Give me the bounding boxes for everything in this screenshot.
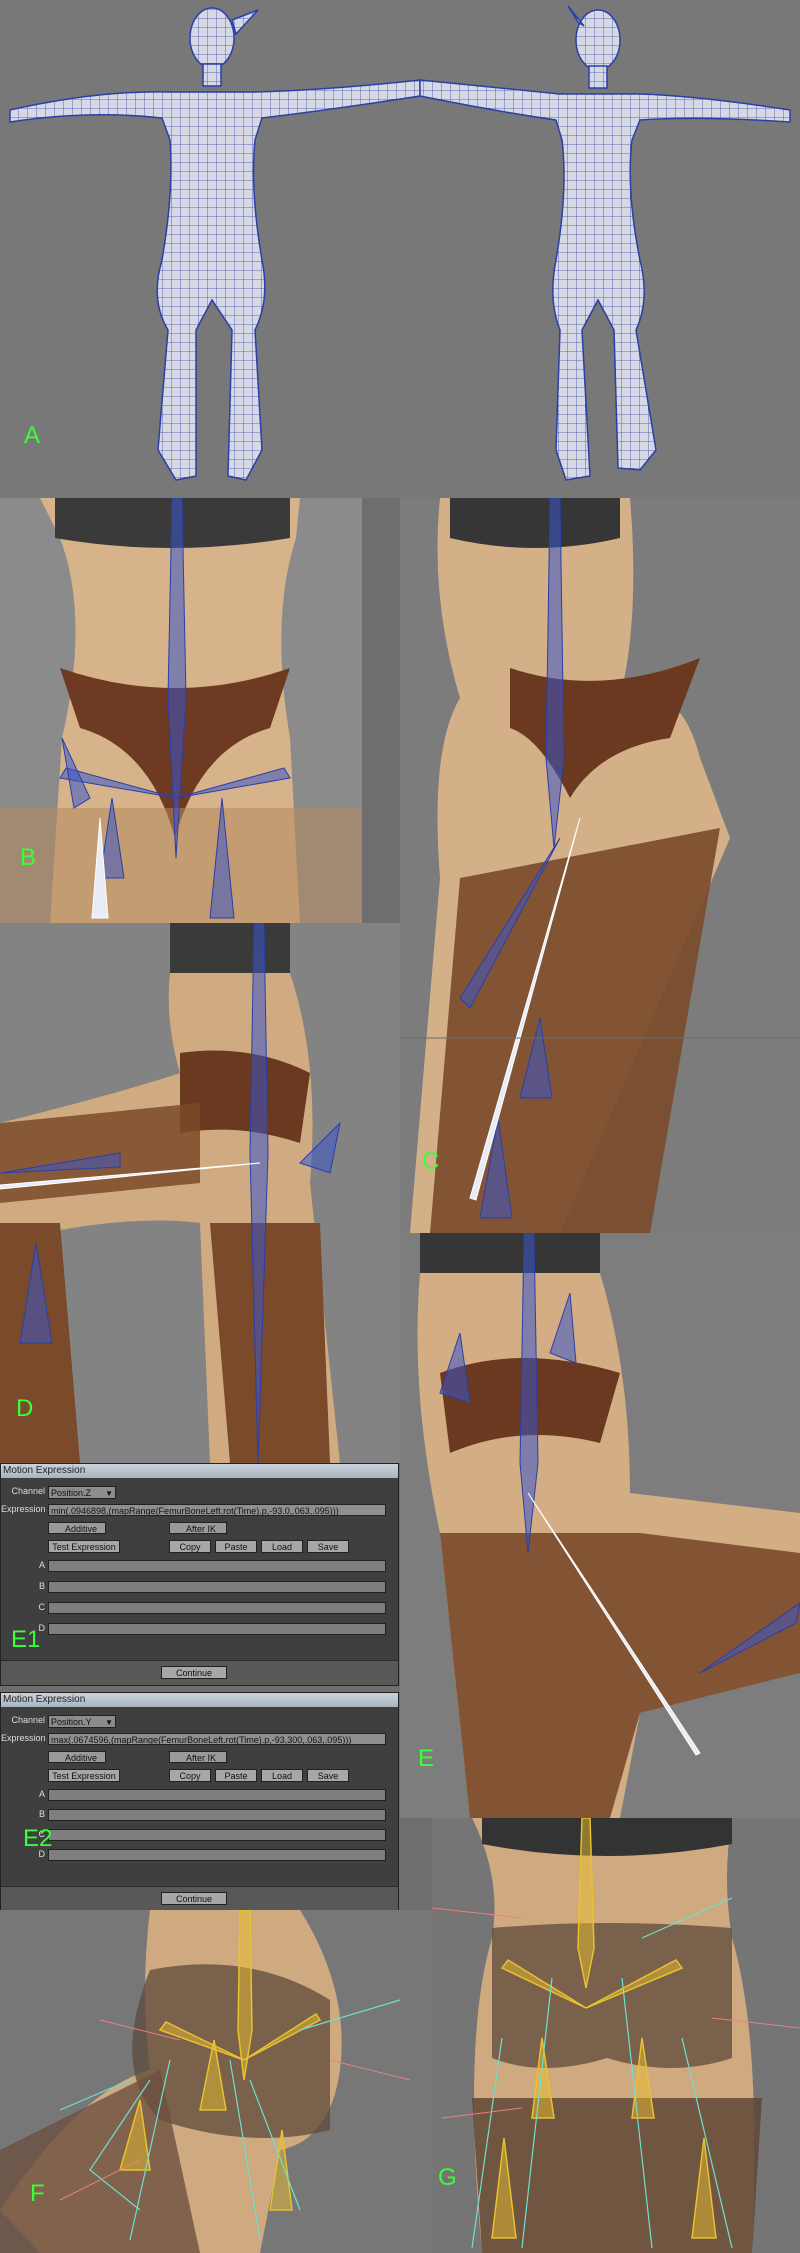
paste-button[interactable]: Paste (215, 1769, 257, 1782)
dialog-title: Motion Expression (1, 1464, 398, 1478)
panel-c-hip-side: C (400, 498, 800, 1233)
var-a-input[interactable] (48, 1560, 386, 1572)
panel-g-hip-rig: G (432, 1818, 800, 2253)
wireframe-models (9, 5, 791, 481)
hip-back-render (0, 1910, 432, 2253)
hip-front-render (0, 498, 362, 923)
var-d-input[interactable] (48, 1849, 386, 1861)
chevron-down-icon: ▼ (105, 1718, 113, 1727)
continue-button[interactable]: Continue (161, 1666, 227, 1679)
copy-button[interactable]: Copy (169, 1540, 211, 1553)
kneel-render (400, 1233, 800, 1818)
dialog-footer: Continue (1, 1886, 398, 1911)
save-button[interactable]: Save (307, 1540, 349, 1553)
motion-expression-dialog-1: Motion Expression Channel Position.Z ▼ Ex… (0, 1463, 399, 1686)
front-wireframe-figure (9, 7, 421, 481)
channel-select[interactable]: Position.Z ▼ (48, 1486, 116, 1499)
panel-label-e: E (418, 1745, 435, 1772)
panel-d-leg-extended: D (0, 923, 400, 1463)
motion-expression-dialog-2: Motion Expression Channel Position.Y ▼ Ex… (0, 1692, 399, 1912)
panel-b-hip-front: B (0, 498, 362, 923)
panel-label-e1: E1 (11, 1626, 41, 1653)
var-a-label: A (38, 1789, 45, 1799)
paste-button[interactable]: Paste (215, 1540, 257, 1553)
var-c-input[interactable] (48, 1602, 386, 1614)
channel-label: Channel (11, 1486, 45, 1496)
leg-extended-render (0, 923, 400, 1463)
load-button[interactable]: Load (261, 1540, 303, 1553)
var-c-input[interactable] (48, 1829, 386, 1841)
dialog-title: Motion Expression (1, 1693, 398, 1707)
var-b-input[interactable] (48, 1809, 386, 1821)
panel-label-b: B (20, 844, 37, 871)
expression-label: Expression (1, 1504, 46, 1514)
panel-label-a: A (24, 422, 41, 449)
panel-label-e2: E2 (23, 1825, 53, 1852)
channel-select[interactable]: Position.Y ▼ (48, 1715, 116, 1728)
save-button[interactable]: Save (307, 1769, 349, 1782)
var-a-input[interactable] (48, 1789, 386, 1801)
additive-checkbox[interactable]: Additive (48, 1751, 106, 1763)
after-ik-checkbox[interactable]: After IK (169, 1751, 227, 1763)
hip-side-render (400, 498, 800, 1233)
load-button[interactable]: Load (261, 1769, 303, 1782)
var-b-label: B (38, 1581, 45, 1591)
after-ik-checkbox[interactable]: After IK (169, 1522, 227, 1534)
panel-label-d: D (16, 1395, 34, 1422)
test-expression-button[interactable]: Test Expression (48, 1540, 120, 1553)
continue-button[interactable]: Continue (161, 1892, 227, 1905)
hip-rig-render (432, 1818, 800, 2253)
panel-f-hip-back: F (0, 1910, 432, 2253)
expression-input[interactable]: min(.0946898,(mapRange(FemurBoneLeft.rot… (48, 1504, 386, 1516)
panel-label-g: G (438, 2164, 457, 2191)
panel-e-kneel: E (400, 1233, 800, 1818)
back-wireframe-figure (419, 5, 791, 481)
panel-a-wireframe: A (0, 0, 800, 498)
panel-label-c: C (422, 1148, 440, 1175)
var-b-label: B (38, 1809, 45, 1819)
expression-label: Expression (1, 1733, 46, 1743)
var-a-label: A (38, 1560, 45, 1570)
expression-input[interactable]: max(.0674596,(mapRange(FemurBoneLeft.rot… (48, 1733, 386, 1745)
chevron-down-icon: ▼ (105, 1489, 113, 1498)
dialog-footer: Continue (1, 1660, 398, 1685)
channel-label: Channel (11, 1715, 45, 1725)
var-c-label: C (38, 1602, 46, 1612)
panel-label-f: F (30, 2180, 45, 2207)
test-expression-button[interactable]: Test Expression (48, 1769, 120, 1782)
var-b-input[interactable] (48, 1581, 386, 1593)
copy-button[interactable]: Copy (169, 1769, 211, 1782)
var-d-input[interactable] (48, 1623, 386, 1635)
additive-checkbox[interactable]: Additive (48, 1522, 106, 1534)
